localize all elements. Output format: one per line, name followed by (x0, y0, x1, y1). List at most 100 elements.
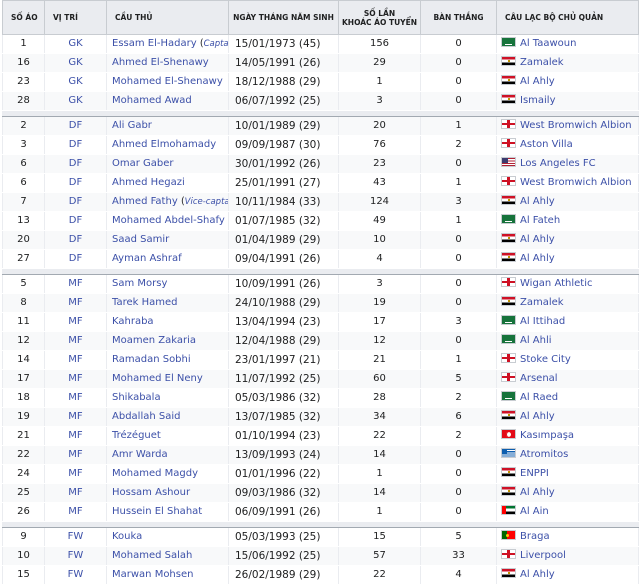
club-link[interactable]: Ismaily (520, 95, 556, 106)
club-link[interactable]: Wigan Athletic (520, 278, 593, 289)
player-link[interactable]: Moamen Zakaria (112, 335, 196, 346)
position-link[interactable]: MF (44, 445, 107, 465)
club-link[interactable]: Zamalek (520, 297, 564, 308)
header-player[interactable]: CẦU THỦ (106, 0, 229, 35)
position-link[interactable]: MF (44, 426, 107, 446)
role-link[interactable]: Captain (204, 39, 228, 49)
club-link[interactable]: Zamalek (520, 57, 564, 68)
header-club[interactable]: CÂU LẠC BỘ CHỦ QUẢN (496, 0, 639, 35)
club-link[interactable]: Al Ain (520, 506, 549, 517)
player-link[interactable]: Omar Gaber (112, 158, 174, 169)
player-link[interactable]: Saad Samir (112, 234, 169, 245)
player-link[interactable]: Ahmed Hegazi (112, 177, 185, 188)
position-link[interactable]: DF (44, 135, 107, 155)
club-link[interactable]: ENPPI (520, 468, 549, 479)
club-link[interactable]: Aston Villa (520, 139, 573, 150)
position-link[interactable]: FW (44, 565, 107, 585)
player-link[interactable]: Kouka (112, 531, 142, 542)
player-link[interactable]: Ahmed Fathy (112, 196, 178, 207)
header-goals[interactable]: BÀN THẮNG (420, 0, 497, 35)
position-link[interactable]: GK (44, 91, 107, 111)
position-link[interactable]: DF (44, 116, 107, 136)
position-link[interactable]: DF (44, 192, 107, 212)
position-link[interactable]: MF (44, 464, 107, 484)
player-link[interactable]: Kahraba (112, 316, 154, 327)
player-link[interactable]: Mohamed Magdy (112, 468, 198, 479)
player-link[interactable]: Mohamed Salah (112, 550, 192, 561)
position-link[interactable]: MF (44, 274, 107, 294)
club-link[interactable]: Arsenal (520, 373, 558, 384)
club-link[interactable]: Al Ahly (520, 253, 555, 264)
player-link[interactable]: Essam El-Hadary (112, 38, 197, 49)
position-link[interactable]: DF (44, 173, 107, 193)
player-link[interactable]: Ayman Ashraf (112, 253, 182, 264)
club-link[interactable]: Liverpool (520, 550, 566, 561)
header-number[interactable]: SỐ ÁO (2, 0, 45, 35)
position-link[interactable]: DF (44, 154, 107, 174)
player-link[interactable]: Trézéguet (112, 430, 161, 441)
position-link[interactable]: GK (44, 34, 107, 54)
club-link[interactable]: Al Ahly (520, 411, 555, 422)
position-link[interactable]: MF (44, 407, 107, 427)
position-link[interactable]: FW (44, 527, 107, 547)
position-link[interactable]: MF (44, 369, 107, 389)
header-caps[interactable]: SỐ LẦN KHOÁC ÁO TUYỂN (338, 0, 421, 35)
club-link[interactable]: Al Ahly (520, 487, 555, 498)
club-link[interactable]: Atromitos (520, 449, 568, 460)
sa-flag-icon (501, 315, 516, 325)
player-link[interactable]: Shikabala (112, 392, 161, 403)
player-link[interactable]: Mohamed Abdel-Shafy (112, 215, 225, 226)
club-link[interactable]: Al Ahly (520, 569, 555, 580)
player-link[interactable]: Mohamed Awad (112, 95, 192, 106)
player-link[interactable]: Ramadan Sobhi (112, 354, 191, 365)
position-link[interactable]: GK (44, 72, 107, 92)
club-link[interactable]: Al Ahli (520, 335, 552, 346)
club-link[interactable]: Al Raed (520, 392, 558, 403)
header-dob[interactable]: NGÀY THÁNG NĂM SINH (228, 0, 339, 35)
position-link[interactable]: MF (44, 483, 107, 503)
player-link[interactable]: Marwan Mohsen (112, 569, 193, 580)
player-link[interactable]: Hossam Ashour (112, 487, 190, 498)
position-link[interactable]: DF (44, 249, 107, 269)
club-link[interactable]: West Bromwich Albion (520, 177, 632, 188)
player-link[interactable]: Ahmed Elmohamady (112, 139, 216, 150)
role-link[interactable]: Vice-captain (185, 197, 228, 207)
position-link[interactable]: DF (44, 230, 107, 250)
position-link[interactable]: MF (44, 350, 107, 370)
club-link[interactable]: Al Fateh (520, 215, 560, 226)
position-link[interactable]: MF (44, 293, 107, 313)
position-link[interactable]: GK (44, 53, 107, 73)
player-cell: Hussein El Shahat (106, 502, 229, 522)
club-link[interactable]: Al Ahly (520, 234, 555, 245)
player-cell: Mohamed El Neny (106, 369, 229, 389)
player-link[interactable]: Ali Gabr (112, 120, 152, 131)
en-flag-icon (501, 176, 516, 186)
player-link[interactable]: Mohamed El-Shenawy (112, 76, 223, 87)
position-link[interactable]: DF (44, 211, 107, 231)
player-link[interactable]: Abdallah Said (112, 411, 180, 422)
position-link[interactable]: MF (44, 312, 107, 332)
club-link[interactable]: Kasımpaşa (520, 430, 574, 441)
club-link[interactable]: Braga (520, 531, 550, 542)
caps-count: 124 (338, 192, 421, 212)
player-link[interactable]: Hussein El Shahat (112, 506, 202, 517)
player-link[interactable]: Tarek Hamed (112, 297, 177, 308)
club-link[interactable]: Stoke City (520, 354, 571, 365)
player-link[interactable]: Ahmed El-Shenawy (112, 57, 209, 68)
club-link[interactable]: Al Taawoun (520, 38, 576, 49)
club-link[interactable]: Al Ahly (520, 196, 555, 207)
table-row: 25 MF Hossam Ashour 09/03/1986 (32) 14 0 Al Ah… (2, 483, 639, 503)
club-link[interactable]: Al Ittihad (520, 316, 565, 327)
goals-count: 0 (420, 464, 497, 484)
position-link[interactable]: MF (44, 388, 107, 408)
position-link[interactable]: MF (44, 502, 107, 522)
position-link[interactable]: FW (44, 546, 107, 566)
player-link[interactable]: Amr Warda (112, 449, 168, 460)
club-link[interactable]: Al Ahly (520, 76, 555, 87)
position-link[interactable]: MF (44, 331, 107, 351)
player-link[interactable]: Sam Morsy (112, 278, 167, 289)
player-link[interactable]: Mohamed El Neny (112, 373, 203, 384)
header-position[interactable]: VỊ TRÍ (44, 0, 107, 35)
club-link[interactable]: West Bromwich Albion (520, 120, 632, 131)
club-link[interactable]: Los Angeles FC (520, 158, 596, 169)
